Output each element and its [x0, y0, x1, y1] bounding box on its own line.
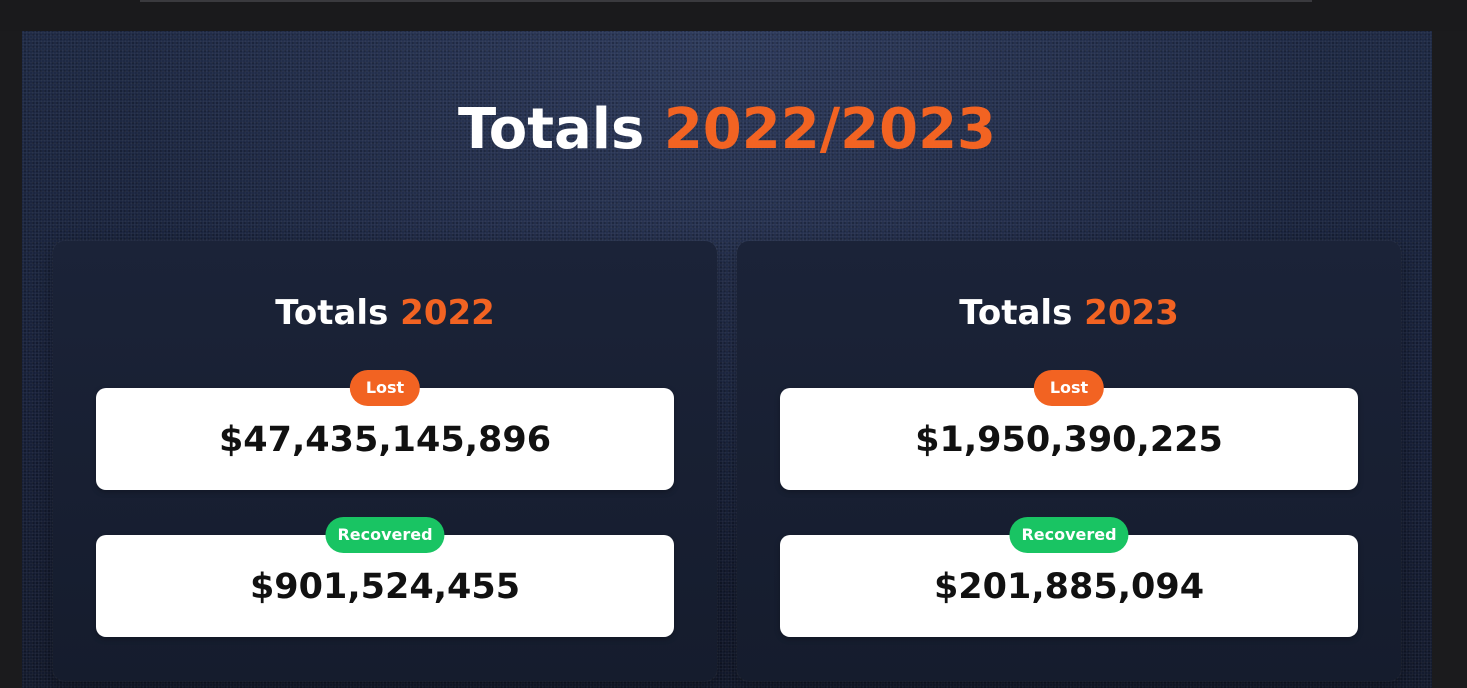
recovered-card: Recovered $201,885,094 — [780, 517, 1358, 637]
top-divider — [140, 0, 1312, 2]
lost-badge: Lost — [1033, 370, 1105, 406]
lost-value: $1,950,390,225 — [915, 420, 1223, 460]
lost-card: Lost $1,950,390,225 — [780, 370, 1358, 490]
lost-card: Lost $47,435,145,896 — [96, 370, 674, 490]
panel-title-prefix: Totals — [959, 293, 1073, 333]
lost-value: $47,435,145,896 — [218, 420, 552, 460]
panel-title: Totals 2023 — [737, 293, 1401, 333]
panel-title-year: 2022 — [400, 293, 495, 333]
totals-panel-2022: Totals 2022 Lost $47,435,145,896 Recover… — [53, 241, 717, 681]
recovered-value: $201,885,094 — [933, 567, 1205, 607]
panel-title: Totals 2022 — [53, 293, 717, 333]
recovered-badge: Recovered — [1009, 517, 1129, 553]
recovered-value: $901,524,455 — [249, 567, 521, 607]
totals-banner: Totals 2022/2023 Totals 2022 Lost $47,43… — [22, 31, 1432, 688]
page-title: Totals 2022/2023 — [22, 95, 1432, 165]
lost-badge: Lost — [349, 370, 421, 406]
recovered-card: Recovered $901,524,455 — [96, 517, 674, 637]
panel-title-prefix: Totals — [275, 293, 389, 333]
top-bar — [0, 0, 1467, 31]
page-title-years: 2022/2023 — [663, 97, 996, 162]
totals-panel-2023: Totals 2023 Lost $1,950,390,225 Recovere… — [737, 241, 1401, 681]
page-title-prefix: Totals — [458, 97, 645, 162]
recovered-badge: Recovered — [325, 517, 445, 553]
panel-title-year: 2023 — [1084, 293, 1179, 333]
